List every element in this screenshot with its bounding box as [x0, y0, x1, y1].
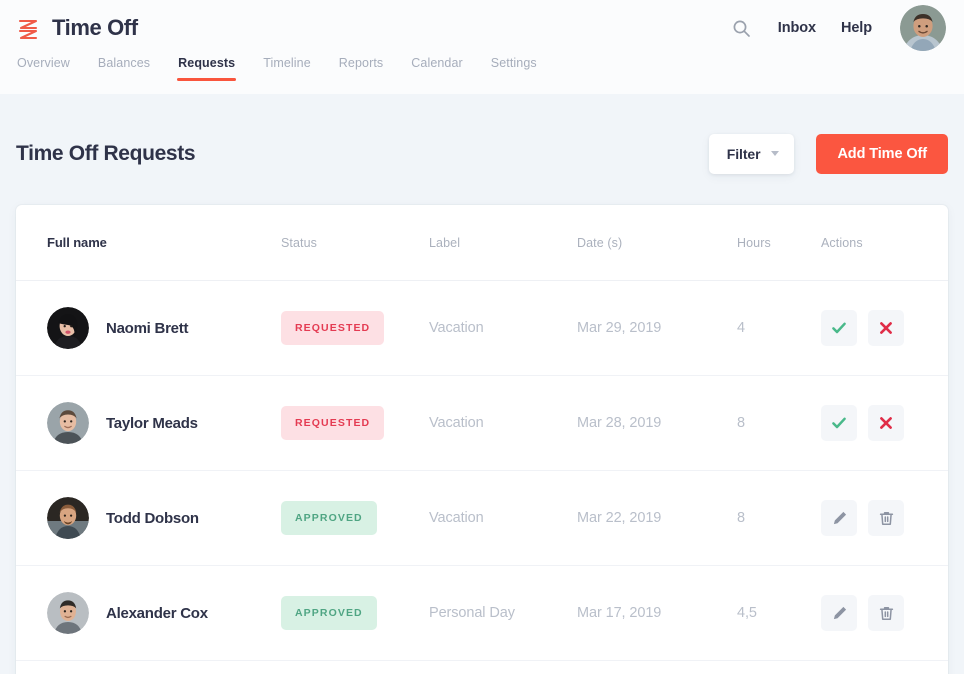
app-header: Time Off Inbox Help Overview Balances Re… — [0, 0, 964, 94]
person-name: Alexander Cox — [106, 604, 208, 622]
filter-button-label: Filter — [726, 145, 761, 162]
person-name: Taylor Meads — [106, 414, 198, 432]
avatar — [47, 497, 89, 539]
page-title: Time Off Requests — [16, 141, 196, 165]
tab-settings[interactable]: Settings — [491, 56, 537, 81]
header-top-bar: Time Off Inbox Help — [0, 0, 964, 56]
hours-cell: 8 — [737, 510, 745, 526]
table-row[interactable]: Naomi Brett REQUESTED Vacation Mar 29, 2… — [16, 281, 948, 376]
toolbar-actions: Filter Add Time Off — [708, 133, 948, 174]
reject-icon[interactable] — [868, 405, 904, 441]
table-header-row: Full name Status Label Date (s) Hours Ac… — [16, 205, 948, 281]
filter-button[interactable]: Filter — [708, 133, 795, 174]
status-badge: APPROVED — [281, 596, 377, 630]
zenefits-z-logo-icon — [17, 16, 39, 42]
main-nav-tabs: Overview Balances Requests Timeline Repo… — [0, 56, 964, 94]
edit-icon[interactable] — [821, 595, 857, 631]
column-header-full-name: Full name — [47, 235, 107, 250]
avatar — [47, 402, 89, 444]
column-header-label: Label — [429, 235, 461, 250]
label-cell: Vacation — [429, 320, 484, 336]
app-title: Time Off — [52, 15, 138, 40]
edit-icon[interactable] — [821, 500, 857, 536]
table-row[interactable]: Alexander Cox APPROVED Personal Day Mar … — [16, 566, 948, 661]
table-row-partial[interactable] — [16, 661, 948, 674]
delete-icon[interactable] — [868, 595, 904, 631]
hours-cell: 8 — [737, 415, 745, 431]
date-cell: Mar 28, 2019 — [577, 415, 662, 431]
help-link[interactable]: Help — [841, 20, 872, 36]
table-row[interactable]: Todd Dobson APPROVED Vacation Mar 22, 20… — [16, 471, 948, 566]
date-cell: Mar 17, 2019 — [577, 605, 662, 621]
brand[interactable]: Time Off — [17, 15, 138, 42]
date-cell: Mar 22, 2019 — [577, 510, 662, 526]
tab-overview[interactable]: Overview — [17, 56, 70, 81]
reject-icon[interactable] — [868, 310, 904, 346]
table-row[interactable]: Taylor Meads REQUESTED Vacation Mar 28, … — [16, 376, 948, 471]
inbox-link[interactable]: Inbox — [778, 20, 816, 36]
label-cell: Vacation — [429, 415, 484, 431]
column-header-hours: Hours — [737, 235, 771, 250]
status-badge: REQUESTED — [281, 406, 385, 440]
status-badge: APPROVED — [281, 501, 377, 535]
search-icon[interactable] — [731, 17, 753, 39]
hours-cell: 4 — [737, 320, 745, 336]
delete-icon[interactable] — [868, 500, 904, 536]
label-cell: Vacation — [429, 510, 484, 526]
header-actions: Inbox Help — [731, 5, 948, 51]
column-header-actions: Actions — [821, 235, 863, 250]
avatar — [47, 592, 89, 634]
tab-timeline[interactable]: Timeline — [263, 56, 311, 81]
page-body: Time Off Requests Filter Add Time Off Fu… — [0, 94, 964, 674]
avatar[interactable] — [900, 5, 946, 51]
tab-calendar[interactable]: Calendar — [411, 56, 463, 81]
label-cell: Personal Day — [429, 605, 515, 621]
hours-cell: 4,5 — [737, 605, 757, 621]
approve-icon[interactable] — [821, 310, 857, 346]
status-badge: REQUESTED — [281, 311, 385, 345]
chevron-down-icon — [771, 151, 780, 156]
date-cell: Mar 29, 2019 — [577, 320, 662, 336]
add-time-off-button[interactable]: Add Time Off — [816, 133, 948, 174]
column-header-dates: Date (s) — [577, 235, 623, 250]
approve-icon[interactable] — [821, 405, 857, 441]
column-header-status: Status — [281, 235, 318, 250]
page-toolbar: Time Off Requests Filter Add Time Off — [16, 94, 948, 205]
tab-balances[interactable]: Balances — [98, 56, 150, 81]
person-name: Naomi Brett — [106, 319, 189, 337]
tab-requests[interactable]: Requests — [177, 56, 237, 81]
tab-reports[interactable]: Reports — [339, 56, 383, 81]
requests-table: Full name Status Label Date (s) Hours Ac… — [16, 205, 948, 674]
avatar — [47, 307, 89, 349]
person-name: Todd Dobson — [106, 509, 199, 527]
